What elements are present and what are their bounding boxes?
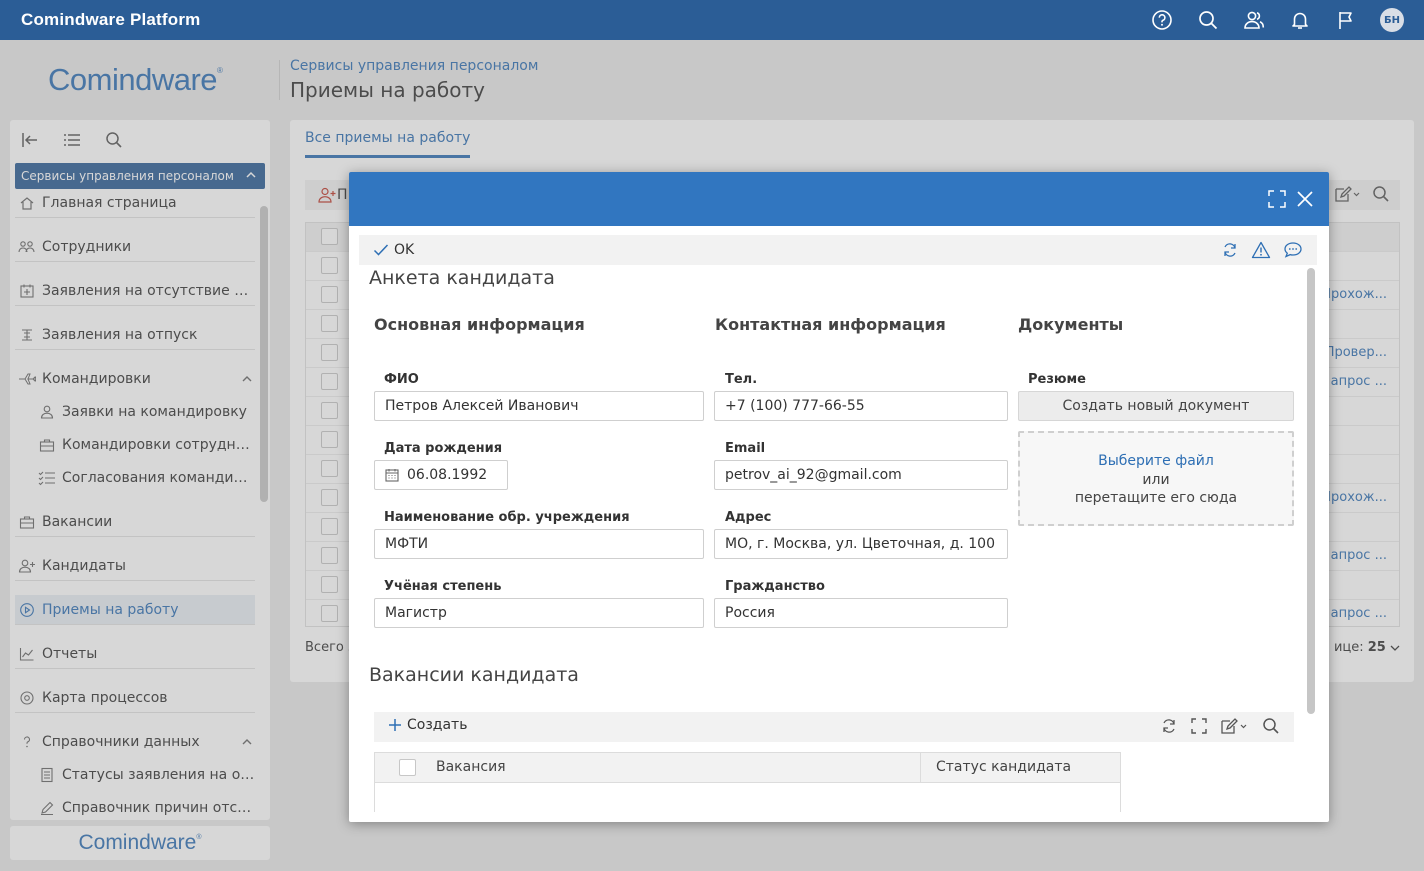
email-label: Email [725,441,766,456]
education-label: Наименование обр. учреждения [384,510,630,525]
dropzone-drag-text: перетащите его сюда [1074,490,1238,506]
contact-info-heading: Контактная информация [715,315,946,334]
flag-icon[interactable] [1334,8,1358,32]
column-header-vacancy[interactable]: Вакансия [436,759,506,775]
degree-label: Учёная степень [384,579,502,594]
vacancies-table: Вакансия Статус кандидата [374,752,1121,812]
users-icon[interactable] [1242,8,1266,32]
avatar[interactable]: БН [1380,8,1404,32]
ok-label: OK [394,242,415,258]
main-info-heading: Основная информация [374,315,585,334]
modal-scrollbar[interactable] [1307,268,1315,714]
modal-header-icons [1267,189,1315,209]
create-vacancy-button[interactable]: Создать [388,717,467,733]
degree-field[interactable]: Магистр [374,598,704,628]
comment-icon[interactable] [1283,241,1303,259]
phone-field[interactable]: +7 (100) 777-66-55 [714,391,1008,421]
email-field[interactable]: petrov_ai_92@gmail.com [714,460,1008,490]
documents-heading: Документы [1018,315,1124,334]
refresh-icon[interactable] [1221,241,1239,259]
top-bar-icons: БН [1150,0,1404,40]
maximize-icon[interactable] [1267,189,1287,209]
modal-toolbar: OK [359,235,1317,265]
plus-icon [388,718,402,732]
address-label: Адрес [725,510,772,525]
ok-button[interactable]: OK [373,242,414,258]
warning-icon[interactable] [1251,241,1271,259]
dropzone-or-text: или [1142,472,1170,488]
top-bar: Comindware Platform БН [0,0,1424,40]
fullscreen-icon[interactable] [1190,717,1208,735]
create-vacancy-label: Создать [407,717,468,733]
birth-date-value: 06.08.1992 [407,467,488,483]
select-all-checkbox[interactable] [399,759,416,776]
fio-label: ФИО [384,372,419,387]
address-field[interactable]: МО, г. Москва, ул. Цветочная, д. 100 [714,529,1008,559]
search-icon[interactable] [1262,717,1280,735]
vacancies-toolbar: Создать [374,712,1294,742]
create-document-button[interactable]: Создать новый документ [1018,391,1294,421]
calendar-icon[interactable] [385,468,399,482]
checkmark-icon [373,243,389,257]
refresh-icon[interactable] [1160,717,1178,735]
vacancies-title: Вакансии кандидата [369,664,579,686]
education-field[interactable]: МФТИ [374,529,704,559]
app-title[interactable]: Comindware Platform [21,10,201,30]
modal-header [349,172,1329,226]
candidate-form-modal: OK Анкета кандидата Основная информация … [349,172,1329,822]
citizenship-label: Гражданство [725,579,825,594]
birth-date-label: Дата рождения [384,441,503,456]
form-title: Анкета кандидата [369,267,555,289]
column-header-candidate-status[interactable]: Статус кандидата [936,759,1071,775]
file-dropzone[interactable]: Выберите файл или перетащите его сюда [1018,431,1294,526]
bell-icon[interactable] [1288,8,1312,32]
close-icon[interactable] [1295,189,1315,209]
search-icon[interactable] [1196,8,1220,32]
column-divider[interactable] [920,753,921,783]
pick-file-link[interactable]: Выберите файл [1020,453,1292,469]
citizenship-field[interactable]: Россия [714,598,1008,628]
modal-body: Анкета кандидата Основная информация Кон… [349,265,1315,822]
modal-toolbar-right [1221,241,1303,259]
help-icon[interactable] [1150,8,1174,32]
vacancies-toolbar-right [1160,717,1280,735]
resume-label: Резюме [1028,372,1086,387]
vacancies-table-header: Вакансия Статус кандидата [375,753,1120,783]
phone-label: Тел. [725,372,758,387]
fio-field[interactable]: Петров Алексей Иванович [374,391,704,421]
birth-date-field[interactable]: 06.08.1992 [374,460,508,490]
edit-icon[interactable] [1220,717,1250,735]
